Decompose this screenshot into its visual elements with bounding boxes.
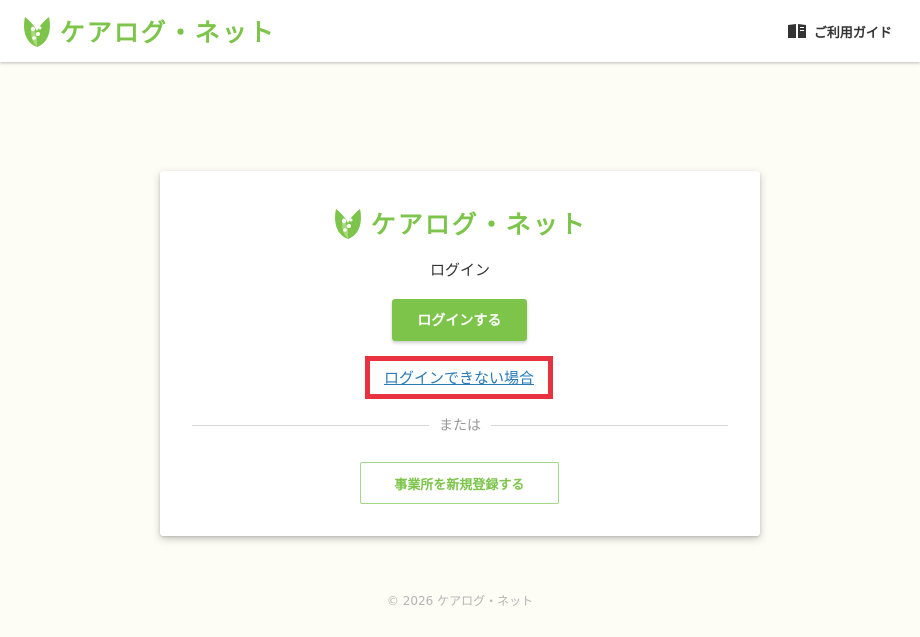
- or-divider: または: [192, 415, 728, 435]
- footer-copyright: © 2026 ケアログ・ネット: [386, 594, 534, 608]
- divider-text: または: [439, 418, 481, 434]
- leaf-logo-icon: [24, 17, 50, 47]
- login-help-link[interactable]: ログインできない場合: [384, 367, 534, 388]
- login-button[interactable]: ログインする: [392, 299, 527, 341]
- leaf-logo-icon: [335, 209, 361, 239]
- card-logo: ケアログ・ネット: [160, 204, 760, 242]
- divider-line-right: [491, 424, 728, 426]
- divider-line-left: [192, 424, 429, 426]
- book-icon: [787, 24, 806, 38]
- user-guide-label: ご利用ガイド: [813, 25, 892, 41]
- card-brand-text: ケアログ・ネット: [370, 210, 587, 239]
- login-heading: ログイン: [429, 261, 490, 279]
- user-guide-link[interactable]: ご利用ガイド: [787, 22, 892, 41]
- login-help-highlight: ログインできない場合: [365, 356, 553, 399]
- top-header: ケアログ・ネット ご利用ガイド: [0, 0, 920, 62]
- login-card: ケアログ・ネット ログイン ログインする ログインできない場合 または 事業所を…: [160, 171, 760, 536]
- header-brand-link[interactable]: ケアログ・ネット: [22, 13, 276, 49]
- register-office-button[interactable]: 事業所を新規登録する: [360, 462, 559, 504]
- header-brand-text: ケアログ・ネット: [60, 18, 277, 47]
